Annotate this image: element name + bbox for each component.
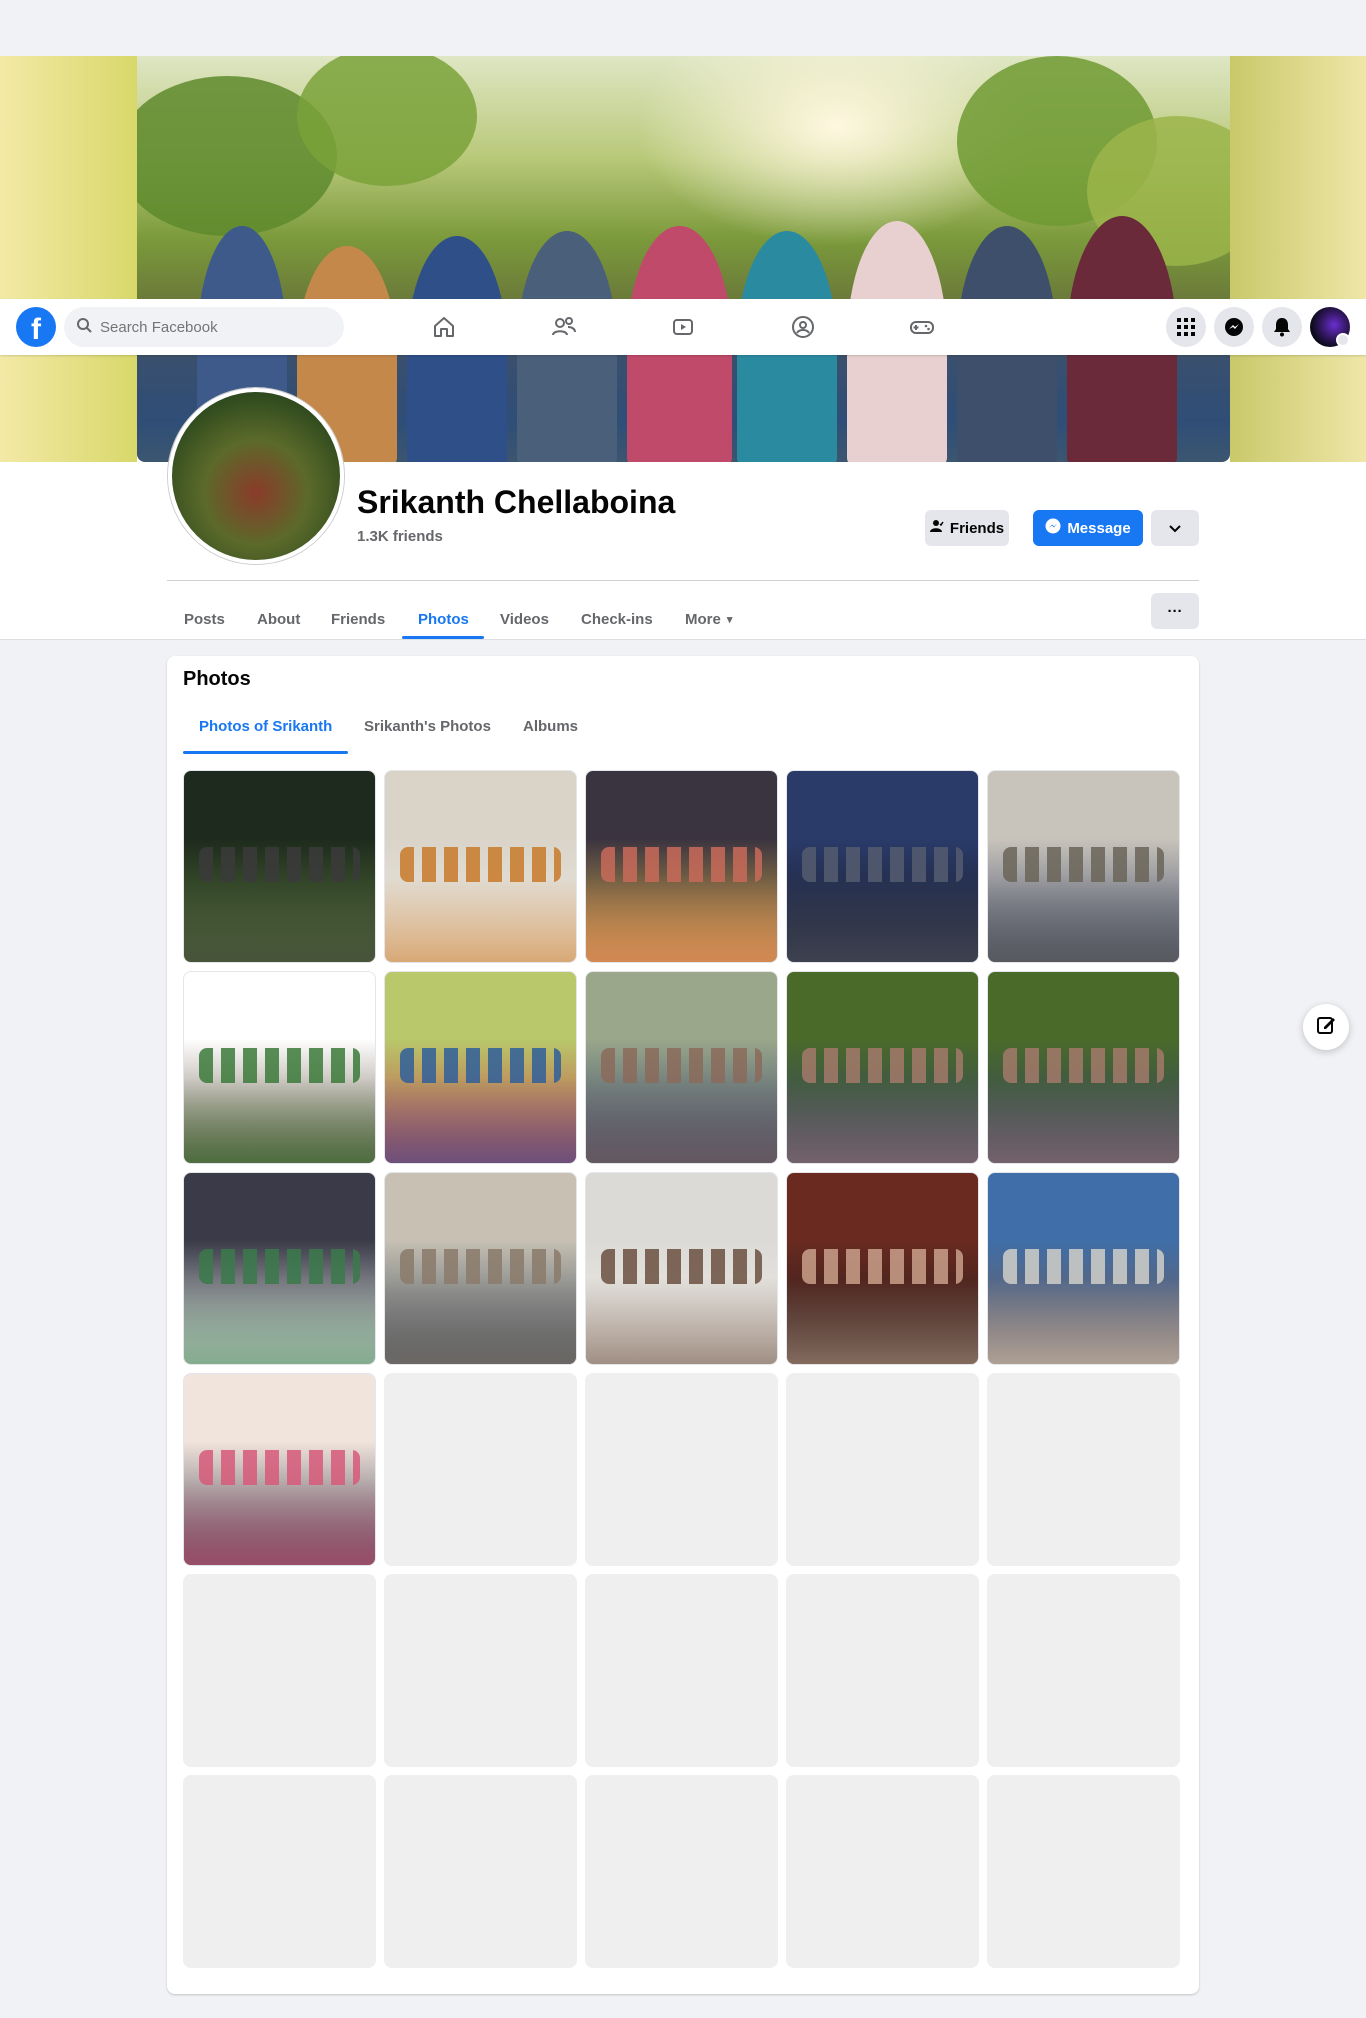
messenger-icon[interactable] [1214,307,1254,347]
photo-ground [184,1077,375,1163]
profile-divider [167,580,1199,581]
photo-ground [988,876,1179,962]
search-input[interactable] [100,318,330,336]
photo-placeholder[interactable] [183,1775,376,1968]
friends-button[interactable]: Friends [925,510,1009,546]
photo-ground [385,1077,576,1163]
photo-thumbnail[interactable] [786,971,979,1164]
messenger-icon [1045,518,1061,538]
friends-button-label: Friends [949,519,1005,537]
photo-placeholder[interactable] [585,1574,778,1767]
active-subtab-indicator [183,751,348,754]
tab-about[interactable]: About [257,595,300,643]
compose-icon [1316,1015,1336,1040]
photo-thumbnail[interactable] [585,770,778,963]
photos-card: Photos Photos of Srikanth Srikanth's Pho… [167,656,1199,1994]
profile-name: Srikanth Chellaboina [357,484,676,520]
message-button[interactable]: Message [1033,510,1143,546]
photo-ground [184,1479,375,1565]
tab-posts[interactable]: Posts [184,595,225,643]
photo-thumbnail[interactable] [384,1172,577,1365]
photo-ground [988,1278,1179,1364]
more-options-button[interactable]: ··· [1151,593,1199,629]
photo-ground [988,1077,1179,1163]
photo-placeholder[interactable] [786,1574,979,1767]
profile-options-button[interactable] [1151,510,1199,546]
top-navigation-bar: f [0,299,1366,355]
photo-placeholder[interactable] [786,1775,979,1968]
cover-backdrop-right [1230,56,1366,462]
subtab-photos-of[interactable]: Photos of Srikanth [199,696,332,756]
photo-ground [586,1077,777,1163]
tab-more[interactable]: More ▾ [685,595,732,643]
photo-thumbnail[interactable] [183,1373,376,1566]
facebook-logo-icon[interactable]: f [16,307,56,347]
tab-more-label: More [685,610,721,628]
groups-icon[interactable] [783,307,823,347]
tab-check-ins[interactable]: Check-ins [581,595,653,643]
profile-picture[interactable] [168,388,344,564]
friend-count[interactable]: 1.3K friends [357,528,443,545]
photo-thumbnail[interactable] [384,770,577,963]
photo-placeholder[interactable] [987,1775,1180,1968]
photo-thumbnail[interactable] [384,971,577,1164]
photo-ground [586,876,777,962]
subtab-own-photos[interactable]: Srikanth's Photos [364,696,491,756]
search-icon [76,317,92,338]
photo-placeholder[interactable] [585,1373,778,1566]
photo-thumbnail[interactable] [183,770,376,963]
photo-ground [787,1278,978,1364]
photo-thumbnail[interactable] [183,971,376,1164]
photo-placeholder[interactable] [987,1373,1180,1566]
photo-grid [183,770,1183,1968]
message-button-label: Message [1067,519,1131,537]
photo-ground [385,1278,576,1364]
home-icon[interactable] [424,307,464,347]
search-box[interactable] [64,307,344,347]
chevron-down-icon [1169,520,1181,537]
photo-placeholder[interactable] [384,1574,577,1767]
new-message-button[interactable] [1303,1004,1349,1050]
cover-backdrop-left [0,56,137,462]
tab-friends[interactable]: Friends [331,595,385,643]
photo-placeholder[interactable] [987,1574,1180,1767]
photo-thumbnail[interactable] [585,1172,778,1365]
more-dots-icon: ··· [1167,602,1183,620]
photo-thumbnail[interactable] [987,971,1180,1164]
friends-icon[interactable] [544,307,584,347]
photo-ground [184,1278,375,1364]
photo-placeholder[interactable] [384,1775,577,1968]
tab-videos[interactable]: Videos [500,595,549,643]
photo-thumbnail[interactable] [987,1172,1180,1365]
photo-ground [184,876,375,962]
photos-title: Photos [183,668,251,690]
photo-ground [787,1077,978,1163]
photo-placeholder[interactable] [585,1775,778,1968]
photo-ground [385,876,576,962]
friend-person-icon [929,519,944,537]
photo-ground [586,1278,777,1364]
photo-ground [787,876,978,962]
photo-placeholder[interactable] [183,1574,376,1767]
gaming-icon[interactable] [902,307,942,347]
photo-thumbnail[interactable] [987,770,1180,963]
caret-down-icon: ▾ [726,613,733,626]
photo-thumbnail[interactable] [183,1172,376,1365]
photo-placeholder[interactable] [384,1373,577,1566]
watch-icon[interactable] [663,307,703,347]
notifications-icon[interactable] [1262,307,1302,347]
photo-thumbnail[interactable] [786,770,979,963]
active-tab-indicator [402,636,484,639]
subtab-albums[interactable]: Albums [523,696,578,756]
menu-grid-icon[interactable] [1166,307,1206,347]
account-chevron-icon[interactable] [1336,333,1350,347]
photo-thumbnail[interactable] [786,1172,979,1365]
photo-thumbnail[interactable] [585,971,778,1164]
photo-placeholder[interactable] [786,1373,979,1566]
